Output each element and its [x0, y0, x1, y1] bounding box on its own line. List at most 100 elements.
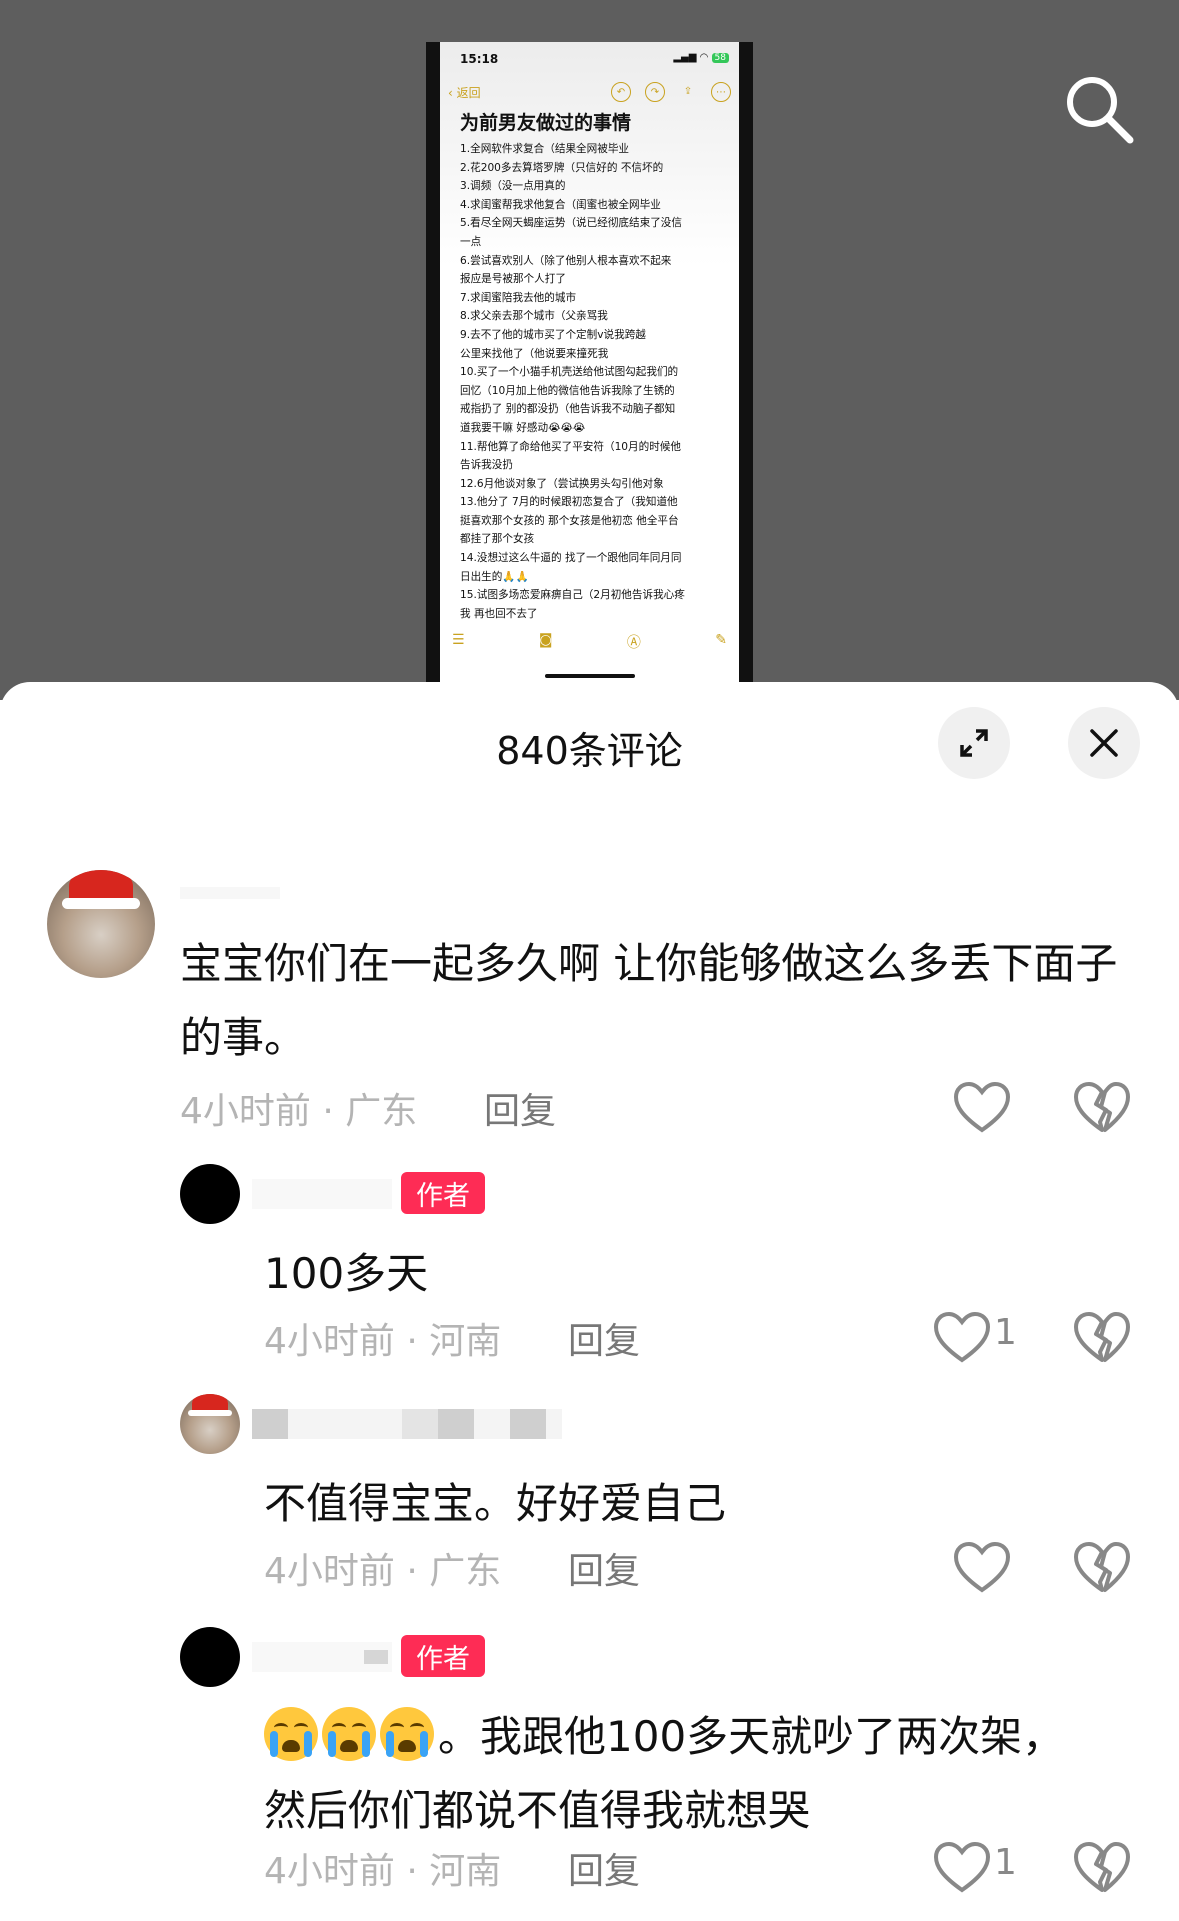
phone-screenshot: 15:18 ▂▄▆ ◠ 58 ‹ 返回 ↶ ↷ ⇪ ⋯ 为前男友做过的事情 1.… [426, 42, 753, 682]
more-icon: ⋯ [711, 82, 731, 102]
heart-icon[interactable] [932, 1840, 992, 1896]
broken-heart-icon[interactable] [1072, 1080, 1132, 1136]
hat-band [62, 898, 140, 909]
note-line: 告诉我没扔 [460, 459, 513, 472]
status-icons: ▂▄▆ ◠ 58 [673, 52, 729, 63]
video-stage[interactable]: 15:18 ▂▄▆ ◠ 58 ‹ 返回 ↶ ↷ ⇪ ⋯ 为前男友做过的事情 1.… [0, 0, 1179, 700]
notes-nav: ‹ 返回 ↶ ↷ ⇪ ⋯ [448, 82, 731, 104]
like-count: 1 [994, 1842, 1017, 1883]
comment-meta: 4小时前 · 广东 [264, 1551, 502, 1592]
notes-toolbar: ☰ ◙ Ⓐ ✎ [452, 632, 727, 652]
broken-heart-icon[interactable] [1072, 1840, 1132, 1896]
heart-icon[interactable] [932, 1310, 992, 1366]
note-body: 1.全网软件求复合（结果全网被毕业 2.花200多去算塔罗牌（只信好的 不信坏的… [460, 140, 735, 623]
redaction-block [402, 1409, 438, 1439]
reply-button[interactable]: 回复 [568, 1542, 640, 1594]
note-line: 日出生的🙏🙏 [460, 570, 529, 583]
username-redacted[interactable] [252, 1179, 392, 1209]
crying-emoji-icon [380, 1707, 434, 1761]
redaction-block [438, 1409, 474, 1439]
note-line: 15.试图多场恋爱麻痹自己（2月初他告诉我心疼 [460, 589, 685, 602]
notes-screen: 15:18 ▂▄▆ ◠ 58 ‹ 返回 ↶ ↷ ⇪ ⋯ 为前男友做过的事情 1.… [440, 42, 739, 682]
author-badge: 作者 [401, 1172, 485, 1214]
status-time: 15:18 [460, 52, 499, 66]
note-line: 10.买了一个小猫手机壳送给他试图勾起我们的 [460, 366, 679, 379]
comment-meta: 4小时前 · 河南 [264, 1851, 502, 1892]
comment-text-line1: 。我跟他100多天就吵了两次架， [438, 1712, 1065, 1761]
comment-meta: 4小时前 · 广东 [180, 1091, 418, 1132]
comment-text: 。我跟他100多天就吵了两次架， 然后你们都说不值得我就想哭 [264, 1700, 1144, 1848]
note-title: 为前男友做过的事情 [460, 112, 632, 134]
redaction-block [252, 1409, 288, 1439]
heart-icon[interactable] [952, 1080, 1012, 1136]
username-redacted[interactable] [180, 887, 280, 899]
crying-emoji-icon [264, 1707, 318, 1761]
like-count: 1 [994, 1312, 1017, 1353]
note-line: 2.花200多去算塔罗牌（只信好的 不信坏的 [460, 161, 664, 174]
compose-icon: ✎ [715, 632, 727, 648]
comment-text: 100多天 [264, 1249, 429, 1298]
checklist-icon: ☰ [452, 632, 465, 648]
close-icon [1090, 729, 1118, 757]
note-line: 我 再也回不去了 [460, 607, 538, 620]
note-line: 12.6月他谈对象了（尝试换男头勾引他对象 [460, 477, 664, 490]
camera-icon: ◙ [538, 632, 553, 648]
search-icon[interactable] [1060, 70, 1140, 150]
expand-icon [960, 729, 988, 757]
reply-button[interactable]: 回复 [484, 1082, 556, 1134]
comment-text: 不值得宝宝。好好爱自己 [264, 1479, 727, 1528]
reply-button[interactable]: 回复 [568, 1842, 640, 1894]
comment-meta: 4小时前 · 河南 [264, 1321, 502, 1362]
signal-icon: ▂▄▆ [673, 52, 697, 63]
note-line: 5.看尽全网天蝎座运势（说已经彻底结束了没信 [460, 217, 682, 230]
notes-nav-icons: ↶ ↷ ⇪ ⋯ [611, 82, 731, 102]
note-line: 回忆（10月加上他的微信他告诉我除了生锈的 [460, 384, 675, 397]
username-redacted[interactable] [252, 1642, 392, 1672]
home-indicator [545, 674, 635, 678]
back-label: 返回 [456, 86, 481, 100]
comment-text: 宝宝你们在一起多久啊 让你能够做这么多丢下面子的事。 [180, 939, 1118, 1062]
note-line: 6.尝试喜欢别人（除了他别人根本喜欢不起来 [460, 254, 672, 267]
expand-button[interactable] [938, 707, 1010, 779]
username-redacted[interactable] [252, 1409, 562, 1439]
redaction-block [364, 1650, 388, 1664]
broken-heart-icon[interactable] [1072, 1310, 1132, 1366]
note-line: 1.全网软件求复合（结果全网被毕业 [460, 143, 630, 155]
note-line: 7.求闺蜜陪我去他的城市 [460, 291, 577, 304]
reply-button[interactable]: 回复 [568, 1312, 640, 1364]
avatar[interactable] [180, 1394, 240, 1454]
note-line: 都挂了那个女孩 [460, 533, 535, 546]
markup-icon: Ⓐ [626, 635, 641, 651]
note-line: 戒指扔了 别的都没扔（他告诉我不动脑子都知 [460, 403, 676, 416]
avatar[interactable] [47, 870, 155, 978]
note-line: 8.求父亲去那个城市（父亲骂我 [460, 310, 608, 323]
avatar[interactable] [180, 1164, 240, 1224]
redo-icon: ↷ [645, 82, 665, 102]
avatar[interactable] [180, 1627, 240, 1687]
back-button: ‹ 返回 [448, 86, 481, 100]
note-line: 3.调频（没一点用真的 [460, 180, 566, 193]
note-line: 11.帮他算了命给他买了平安符（10月的时候他 [460, 440, 682, 453]
comments-sheet: 840条评论 宝宝你们在一起多久啊 让你能够做这么多丢下面子的事。 4小时前 ·… [0, 682, 1179, 1921]
crying-emoji-icon [322, 1707, 376, 1761]
note-line: 14.没想过这么牛逼的 找了一个跟他同年同月同 [460, 552, 682, 565]
undo-icon: ↶ [611, 82, 631, 102]
close-button[interactable] [1068, 707, 1140, 779]
battery-icon: 58 [711, 53, 729, 63]
note-line: 一点 [460, 235, 482, 248]
broken-heart-icon[interactable] [1072, 1540, 1132, 1596]
wifi-icon: ◠ [699, 52, 709, 63]
share-icon: ⇪ [683, 85, 693, 97]
redaction-block [510, 1409, 546, 1439]
note-line: 4.求闺蜜帮我求他复合（闺蜜也被全网毕业 [460, 198, 661, 211]
note-line: 道我要干嘛 好感动😭😭😭 [460, 421, 586, 434]
note-line: 13.他分了 7月的时候跟初恋复合了（我知道他 [460, 496, 678, 509]
author-badge: 作者 [401, 1635, 485, 1677]
note-line: 9.去不了他的城市买了个定制v说我跨越 [460, 328, 646, 341]
note-line: 公里来找他了（他说要来撞死我 [460, 347, 609, 360]
comment-text-line2: 然后你们都说不值得我就想哭 [264, 1786, 811, 1835]
note-line: 报应是号被那个人打了 [460, 273, 566, 286]
hat-band [188, 1409, 232, 1416]
note-line: 挺喜欢那个女孩的 那个女孩是他初恋 他全平台 [460, 514, 679, 527]
heart-icon[interactable] [952, 1540, 1012, 1596]
